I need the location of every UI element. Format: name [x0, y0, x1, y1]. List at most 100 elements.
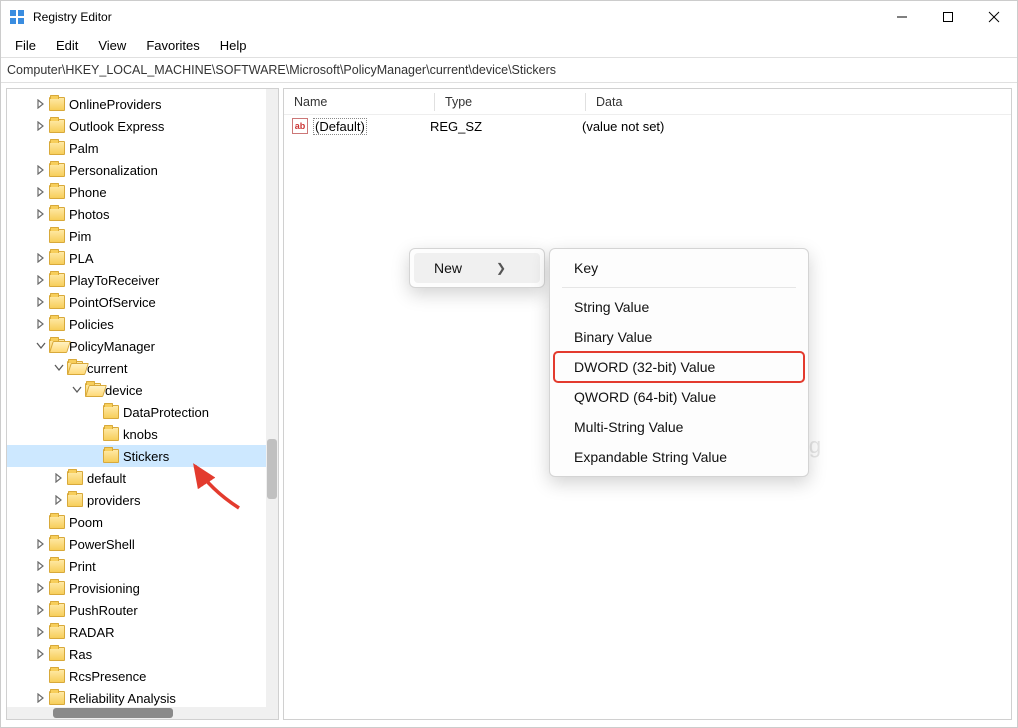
- tree-item[interactable]: Reliability Analysis: [7, 687, 278, 709]
- context-item-label: Multi-String Value: [574, 419, 683, 435]
- tree-item[interactable]: PlayToReceiver: [7, 269, 278, 291]
- tree-item[interactable]: device: [7, 379, 278, 401]
- tree-item[interactable]: RADAR: [7, 621, 278, 643]
- tree-item[interactable]: Photos: [7, 203, 278, 225]
- tree-item[interactable]: Poom: [7, 511, 278, 533]
- tree-item-label: Provisioning: [69, 581, 140, 596]
- expand-toggle-icon[interactable]: [35, 99, 47, 109]
- folder-open-icon: [49, 339, 65, 353]
- tree-item[interactable]: Phone: [7, 181, 278, 203]
- expand-toggle-icon[interactable]: [53, 473, 65, 483]
- tree-item[interactable]: Ras: [7, 643, 278, 665]
- context-item-string-value[interactable]: String Value: [554, 292, 804, 322]
- menu-help[interactable]: Help: [210, 36, 257, 55]
- expand-toggle-icon[interactable]: [35, 583, 47, 593]
- expand-toggle-icon[interactable]: [35, 253, 47, 263]
- expand-toggle-icon[interactable]: [35, 693, 47, 703]
- collapse-toggle-icon[interactable]: [35, 342, 47, 350]
- minimize-button[interactable]: [879, 1, 925, 32]
- expand-toggle-icon[interactable]: [35, 627, 47, 637]
- value-row[interactable]: ab (Default) REG_SZ (value not set): [284, 115, 1011, 137]
- menu-file[interactable]: File: [5, 36, 46, 55]
- expand-toggle-icon[interactable]: [53, 495, 65, 505]
- tree-item[interactable]: providers: [7, 489, 278, 511]
- tree-item[interactable]: Stickers: [7, 445, 278, 467]
- tree-item[interactable]: Provisioning: [7, 577, 278, 599]
- folder-closed-icon: [49, 647, 65, 661]
- collapse-toggle-icon[interactable]: [71, 386, 83, 394]
- context-item-multi-string-value[interactable]: Multi-String Value: [554, 412, 804, 442]
- tree-item-label: default: [87, 471, 126, 486]
- tree-item[interactable]: PowerShell: [7, 533, 278, 555]
- expand-toggle-icon[interactable]: [35, 275, 47, 285]
- tree-item[interactable]: PolicyManager: [7, 335, 278, 357]
- expand-toggle-icon[interactable]: [35, 561, 47, 571]
- window-title: Registry Editor: [33, 10, 879, 24]
- string-value-icon: ab: [292, 118, 308, 134]
- menubar: File Edit View Favorites Help: [1, 33, 1017, 57]
- tree-scrollbar-thumb[interactable]: [267, 439, 277, 499]
- address-path: Computer\HKEY_LOCAL_MACHINE\SOFTWARE\Mic…: [7, 63, 556, 77]
- tree-item-label: PowerShell: [69, 537, 135, 552]
- expand-toggle-icon[interactable]: [35, 539, 47, 549]
- tree-item[interactable]: current: [7, 357, 278, 379]
- address-bar[interactable]: Computer\HKEY_LOCAL_MACHINE\SOFTWARE\Mic…: [1, 57, 1017, 83]
- context-item-key[interactable]: Key: [554, 253, 804, 283]
- column-header-data[interactable]: Data: [586, 95, 1011, 109]
- tree-item[interactable]: OnlineProviders: [7, 93, 278, 115]
- expand-toggle-icon[interactable]: [35, 187, 47, 197]
- close-button[interactable]: [971, 1, 1017, 32]
- menu-view[interactable]: View: [88, 36, 136, 55]
- tree-item-label: RADAR: [69, 625, 115, 640]
- column-header-name[interactable]: Name: [284, 95, 434, 109]
- context-menu-primary: New ❯: [409, 248, 545, 288]
- maximize-button[interactable]: [925, 1, 971, 32]
- context-item-label: QWORD (64-bit) Value: [574, 389, 716, 405]
- tree-item[interactable]: knobs: [7, 423, 278, 445]
- tree-item-label: PushRouter: [69, 603, 138, 618]
- collapse-toggle-icon[interactable]: [53, 364, 65, 372]
- tree-item[interactable]: Personalization: [7, 159, 278, 181]
- expand-toggle-icon[interactable]: [35, 165, 47, 175]
- context-item-binary-value[interactable]: Binary Value: [554, 322, 804, 352]
- folder-closed-icon: [49, 559, 65, 573]
- tree-item-label: knobs: [123, 427, 158, 442]
- tree-hscrollbar-thumb[interactable]: [53, 708, 173, 718]
- tree-item[interactable]: Pim: [7, 225, 278, 247]
- context-item-qword-value[interactable]: QWORD (64-bit) Value: [554, 382, 804, 412]
- menu-edit[interactable]: Edit: [46, 36, 88, 55]
- folder-closed-icon: [49, 97, 65, 111]
- expand-toggle-icon[interactable]: [35, 649, 47, 659]
- tree-item[interactable]: default: [7, 467, 278, 489]
- expand-toggle-icon[interactable]: [35, 297, 47, 307]
- tree-item[interactable]: DataProtection: [7, 401, 278, 423]
- expand-toggle-icon[interactable]: [35, 121, 47, 131]
- tree-item[interactable]: Policies: [7, 313, 278, 335]
- tree-item-label: Phone: [69, 185, 107, 200]
- tree-item[interactable]: PLA: [7, 247, 278, 269]
- menu-favorites[interactable]: Favorites: [136, 36, 209, 55]
- tree-item[interactable]: PushRouter: [7, 599, 278, 621]
- tree-item[interactable]: Print: [7, 555, 278, 577]
- list-header: Name Type Data: [284, 89, 1011, 115]
- expand-toggle-icon[interactable]: [35, 209, 47, 219]
- tree-item[interactable]: Outlook Express: [7, 115, 278, 137]
- expand-toggle-icon[interactable]: [35, 605, 47, 615]
- tree-item[interactable]: RcsPresence: [7, 665, 278, 687]
- context-item-dword-value[interactable]: DWORD (32-bit) Value: [554, 352, 804, 382]
- scroll-corner: [266, 707, 278, 719]
- folder-closed-icon: [49, 251, 65, 265]
- tree-item[interactable]: Palm: [7, 137, 278, 159]
- tree-horizontal-scrollbar[interactable]: [7, 707, 266, 719]
- registry-tree[interactable]: OnlineProvidersOutlook ExpressPalmPerson…: [7, 93, 278, 709]
- value-type: REG_SZ: [430, 119, 580, 134]
- context-item-new[interactable]: New ❯: [414, 253, 540, 283]
- folder-closed-icon: [49, 119, 65, 133]
- tree-item-label: Policies: [69, 317, 114, 332]
- column-header-type[interactable]: Type: [435, 95, 585, 109]
- tree-vertical-scrollbar[interactable]: [266, 89, 278, 707]
- context-item-expandable-string-value[interactable]: Expandable String Value: [554, 442, 804, 472]
- tree-item[interactable]: PointOfService: [7, 291, 278, 313]
- expand-toggle-icon[interactable]: [35, 319, 47, 329]
- tree-item-label: Reliability Analysis: [69, 691, 176, 706]
